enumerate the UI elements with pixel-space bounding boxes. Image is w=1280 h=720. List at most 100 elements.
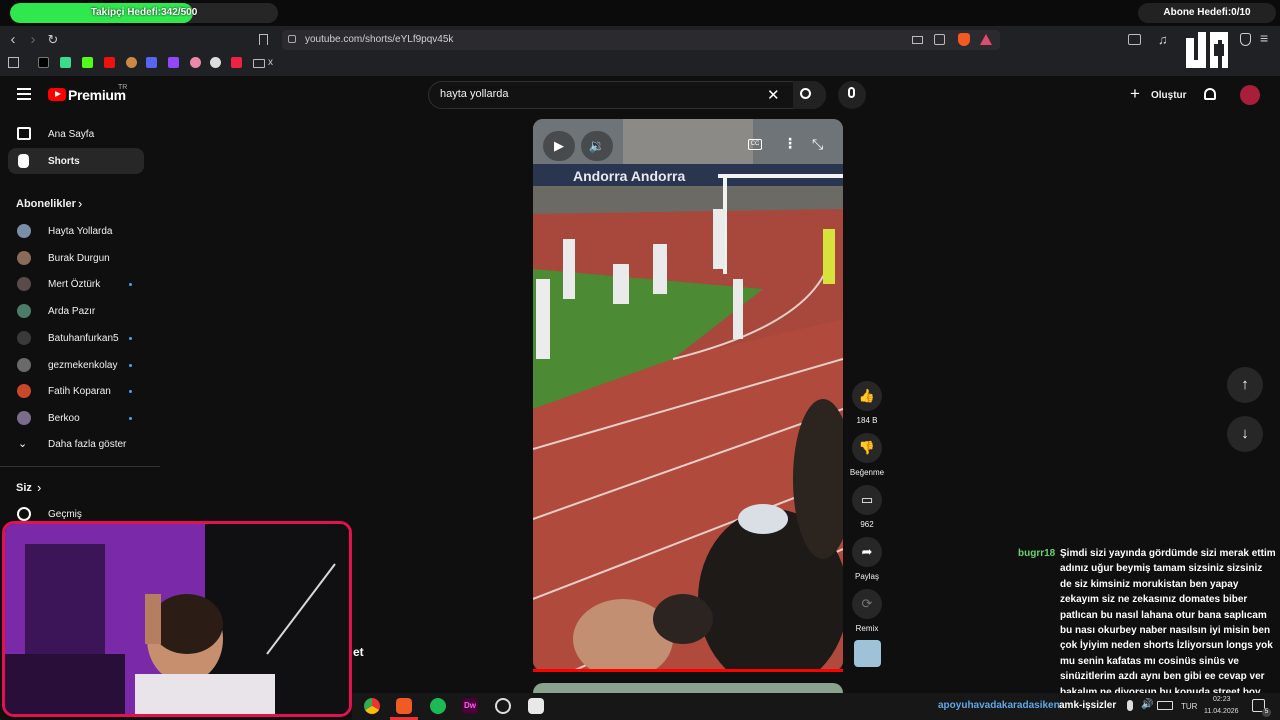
bookmark-folder-label[interactable]: x	[268, 57, 273, 68]
chrome-icon[interactable]	[364, 698, 380, 714]
brave-rewards-icon[interactable]	[980, 34, 992, 45]
show-more-button[interactable]: Daha fazla göster	[48, 439, 126, 450]
bookmark-icon-2[interactable]	[60, 57, 71, 68]
create-button[interactable]: Oluştur	[1151, 90, 1187, 101]
chevron-down-icon[interactable]: ⌄	[18, 437, 27, 450]
subscriptions-heading[interactable]: Abonelikler	[16, 198, 76, 210]
plus-icon[interactable]: +	[1130, 85, 1140, 102]
search-input[interactable]: hayta yollarda	[440, 88, 509, 100]
subscription-avatar[interactable]	[17, 250, 31, 265]
sidebar-item-subscription[interactable]: Burak Durgun	[48, 253, 110, 264]
youtube-logo-icon[interactable]	[48, 88, 66, 101]
tray-keyboard-icon[interactable]	[1157, 701, 1173, 710]
sidebar-item-history[interactable]: Geçmiş	[48, 509, 82, 520]
webcam-feed	[5, 524, 349, 714]
sound-thumbnail[interactable]	[854, 640, 881, 667]
x-twitter-icon[interactable]	[38, 57, 49, 68]
clock-time[interactable]: 02:23	[1213, 696, 1231, 703]
video-progress-bar[interactable]	[533, 669, 843, 672]
comment-icon[interactable]: ▭	[861, 492, 873, 507]
arrow-up-icon[interactable]: ↑	[1241, 376, 1249, 393]
input-language[interactable]: TUR	[1181, 702, 1197, 711]
sidebar-item-subscription[interactable]: Mert Öztürk	[48, 279, 100, 290]
notifications-bell-icon[interactable]	[1204, 88, 1216, 100]
apps-grid-icon[interactable]	[8, 57, 19, 68]
subscription-avatar[interactable]	[17, 304, 31, 319]
bookmark-icon-9[interactable]	[210, 57, 221, 68]
subscription-avatar[interactable]	[17, 224, 31, 238]
youtube-bookmark-icon[interactable]	[104, 57, 115, 68]
bookmark-icon-5[interactable]	[126, 57, 137, 68]
sidebar-item-subscription[interactable]: Batuhanfurkan5	[48, 333, 119, 344]
fullscreen-icon[interactable]: ⤡	[812, 136, 823, 153]
search-icon[interactable]	[800, 88, 811, 99]
discord-icon[interactable]	[146, 57, 157, 68]
you-heading[interactable]: Siz	[16, 482, 32, 494]
new-content-dot	[129, 283, 132, 287]
play-button[interactable]: ▶	[543, 131, 575, 161]
obs-icon[interactable]	[495, 698, 511, 714]
forward-icon[interactable]: ›	[24, 31, 42, 49]
previous-short-button[interactable]: ↑	[1227, 367, 1263, 403]
dislike-button[interactable]: 👎	[852, 433, 882, 463]
share-icon[interactable]: ➦	[862, 544, 873, 559]
new-content-dot	[129, 336, 132, 340]
volume-button[interactable]: 🔉	[581, 131, 613, 161]
clock-date[interactable]: 11.04.2026	[1204, 708, 1239, 715]
sidebar-item-subscription[interactable]: Arda Pazır	[48, 306, 95, 317]
bookmark-icon[interactable]	[259, 34, 268, 45]
account-avatar[interactable]	[1240, 85, 1260, 105]
sidebar-item-subscription[interactable]: Fatih Koparan	[48, 386, 111, 397]
tray-microphone-icon[interactable]	[1127, 700, 1133, 711]
comments-button[interactable]: ▭	[852, 485, 882, 515]
remix-icon[interactable]: ⟳	[862, 596, 873, 611]
media-music-icon[interactable]: ♫	[1158, 32, 1168, 47]
bookmark-icon-8[interactable]	[190, 57, 201, 68]
dreamweaver-icon[interactable]: Dw	[462, 698, 478, 714]
next-short-button[interactable]: ↓	[1227, 416, 1263, 452]
sidebar-panel-icon[interactable]	[1128, 34, 1141, 45]
sidebar-item-subscription[interactable]: gezmekenkolay	[48, 360, 117, 371]
site-settings-icon[interactable]	[288, 35, 296, 43]
like-button[interactable]: 👍	[852, 381, 882, 411]
cast-icon[interactable]	[912, 36, 923, 44]
captions-icon[interactable]: CC	[748, 139, 762, 150]
share-button[interactable]: ➦	[852, 537, 882, 567]
url-text[interactable]: youtube.com/shorts/eYLf9pqv45k	[305, 32, 453, 48]
comment-count: 962	[860, 520, 874, 529]
folder-icon[interactable]	[253, 59, 265, 68]
chat-username: bugrr18	[1018, 548, 1056, 559]
sidebar-item-subscription[interactable]: Berkoo	[48, 413, 80, 424]
more-options-icon[interactable]: ⋮	[783, 135, 797, 152]
subscription-avatar[interactable]	[17, 330, 31, 345]
back-icon[interactable]: ‹	[4, 31, 22, 49]
share-page-icon[interactable]	[934, 34, 945, 45]
tray-volume-icon[interactable]: 🔊	[1141, 699, 1153, 710]
brave-shields-icon[interactable]	[958, 33, 970, 46]
remix-button[interactable]: ⟳	[852, 589, 882, 619]
clear-search-icon[interactable]: ✕	[767, 86, 780, 104]
twitch-icon[interactable]	[168, 57, 179, 68]
home-icon[interactable]	[17, 127, 31, 140]
sidebar-item-home[interactable]: Ana Sayfa	[48, 129, 94, 140]
sidebar-item-subscription[interactable]: Hayta Yollarda	[48, 226, 113, 237]
arrow-down-icon[interactable]: ↓	[1241, 425, 1249, 442]
reload-icon[interactable]: ↻	[44, 31, 62, 49]
kick-icon[interactable]	[82, 57, 93, 68]
you-chevron-icon[interactable]: ›	[37, 480, 41, 495]
bookmark-icon-10[interactable]	[231, 57, 242, 68]
vpn-shield-icon[interactable]	[1240, 33, 1251, 46]
files-icon[interactable]	[528, 698, 544, 714]
hamburger-menu-icon[interactable]	[17, 88, 31, 100]
brave-icon[interactable]	[396, 698, 412, 714]
menu-icon[interactable]: ≡	[1260, 30, 1268, 46]
subscription-avatar[interactable]	[17, 357, 31, 372]
chevron-right-icon[interactable]: ›	[78, 196, 82, 211]
shorts-video-player[interactable]: Andorra Andorra ▶ 🔉 CC ⋮ ⤡	[533, 119, 843, 671]
subscription-avatar[interactable]	[17, 277, 31, 292]
subscription-avatar[interactable]	[17, 384, 31, 399]
history-icon[interactable]	[17, 507, 31, 521]
subscription-avatar[interactable]	[17, 410, 31, 425]
microphone-icon[interactable]	[848, 87, 855, 98]
spotify-icon[interactable]	[430, 698, 446, 714]
